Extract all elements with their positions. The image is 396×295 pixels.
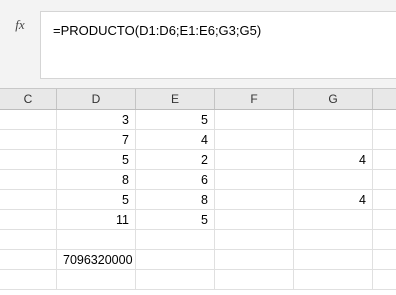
cell-e9[interactable]: [136, 270, 215, 290]
column-header-e[interactable]: E: [136, 89, 215, 109]
cell-c1[interactable]: [0, 110, 57, 130]
cell-f1[interactable]: [215, 110, 294, 130]
cell-g7[interactable]: [294, 230, 373, 250]
cell-h2[interactable]: [373, 130, 396, 150]
column-headers: C D E F G: [0, 88, 396, 110]
cell-g8[interactable]: [294, 250, 373, 270]
formula-input[interactable]: =PRODUCTO(D1:D6;E1:E6;G3;G5): [40, 11, 396, 79]
cell-h4[interactable]: [373, 170, 396, 190]
table-row: 52 4: [0, 150, 396, 170]
cell-c9[interactable]: [0, 270, 57, 290]
cell-h8[interactable]: [373, 250, 396, 270]
cell-c2[interactable]: [0, 130, 57, 150]
table-row: 35: [0, 110, 396, 130]
formula-text: =PRODUCTO(D1:D6;E1:E6;G3;G5): [53, 23, 262, 38]
cell-h1[interactable]: [373, 110, 396, 130]
function-icon: fx: [15, 17, 25, 32]
formula-bar: fx =PRODUCTO(D1:D6;E1:E6;G3;G5): [0, 0, 396, 88]
cell-f3[interactable]: [215, 150, 294, 170]
spreadsheet-grid: 3 5 7 4 5 2 4 8 6 5 8 4 11 5 7096320000: [0, 110, 396, 295]
insert-function-button[interactable]: fx: [0, 12, 40, 80]
cell-e3[interactable]: 2: [136, 150, 215, 170]
cell-f2[interactable]: [215, 130, 294, 150]
cell-f7[interactable]: [215, 230, 294, 250]
table-row: [0, 230, 396, 250]
cell-c5[interactable]: [0, 190, 57, 210]
cell-h5[interactable]: [373, 190, 396, 210]
cell-g3[interactable]: 4: [294, 150, 373, 170]
cell-c4[interactable]: [0, 170, 57, 190]
table-row: 74: [0, 130, 396, 150]
cell-e4[interactable]: 6: [136, 170, 215, 190]
column-header-d[interactable]: D: [57, 89, 136, 109]
table-row: 58 4: [0, 190, 396, 210]
table-row: 11 5: [0, 210, 396, 230]
table-row: [0, 270, 396, 290]
cell-g4[interactable]: [294, 170, 373, 190]
cell-e5[interactable]: 8: [136, 190, 215, 210]
table-row: 86: [0, 170, 396, 190]
cell-g6[interactable]: [294, 210, 373, 230]
cell-h6[interactable]: [373, 210, 396, 230]
cell-c3[interactable]: [0, 150, 57, 170]
cell-f5[interactable]: [215, 190, 294, 210]
cell-c6[interactable]: [0, 210, 57, 230]
cell-d9[interactable]: [57, 270, 136, 290]
cell-f9[interactable]: [215, 270, 294, 290]
cell-c7[interactable]: [0, 230, 57, 250]
cell-f8[interactable]: [215, 250, 294, 270]
cell-e7[interactable]: [136, 230, 215, 250]
cell-e1[interactable]: 5: [136, 110, 215, 130]
cell-d7[interactable]: [57, 230, 136, 250]
table-row: 7096320000: [0, 250, 396, 270]
cell-e8[interactable]: [136, 250, 215, 270]
cell-g1[interactable]: [294, 110, 373, 130]
column-header-c[interactable]: C: [0, 89, 57, 109]
cell-d6[interactable]: 11: [57, 210, 136, 230]
column-header-g[interactable]: G: [294, 89, 373, 109]
cell-d1[interactable]: 3: [57, 110, 136, 130]
cell-g9[interactable]: [294, 270, 373, 290]
cell-d4[interactable]: 8: [57, 170, 136, 190]
cell-d2[interactable]: 7: [57, 130, 136, 150]
cell-h9[interactable]: [373, 270, 396, 290]
cell-d8[interactable]: 7096320000: [57, 250, 136, 270]
cell-e2[interactable]: 4: [136, 130, 215, 150]
cell-d3[interactable]: 5: [57, 150, 136, 170]
cell-c8[interactable]: [0, 250, 57, 270]
cell-e6[interactable]: 5: [136, 210, 215, 230]
cell-g2[interactable]: [294, 130, 373, 150]
column-header-h[interactable]: [373, 89, 396, 109]
cell-g5[interactable]: 4: [294, 190, 373, 210]
cell-f6[interactable]: [215, 210, 294, 230]
cell-h3[interactable]: [373, 150, 396, 170]
cell-f4[interactable]: [215, 170, 294, 190]
column-header-f[interactable]: F: [215, 89, 294, 109]
cell-h7[interactable]: [373, 230, 396, 250]
cell-d5[interactable]: 5: [57, 190, 136, 210]
